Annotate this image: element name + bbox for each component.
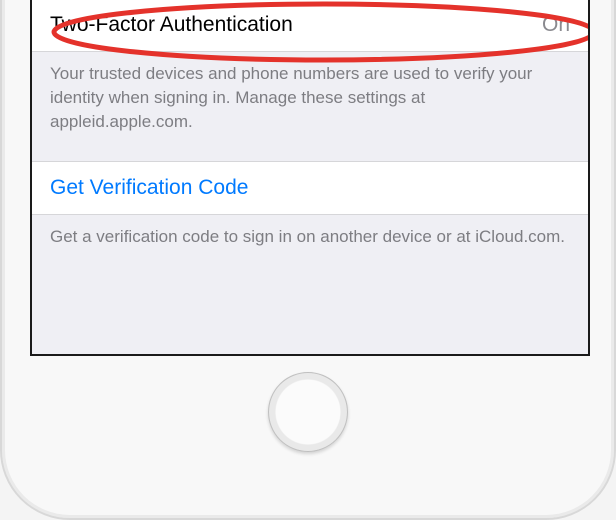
section-spacer <box>32 151 588 161</box>
get-verification-code-label: Get Verification Code <box>50 176 248 200</box>
two-factor-label: Two-Factor Authentication <box>50 13 293 37</box>
phone-chassis: Two-Factor Authentication On Your truste… <box>0 0 616 520</box>
two-factor-status-value: On <box>542 13 570 37</box>
two-factor-auth-row[interactable]: Two-Factor Authentication On <box>32 0 588 52</box>
get-verification-code-button[interactable]: Get Verification Code <box>32 161 588 215</box>
home-button[interactable] <box>268 372 348 452</box>
settings-screen: Two-Factor Authentication On Your truste… <box>30 0 590 356</box>
two-factor-footer-text: Your trusted devices and phone numbers a… <box>32 52 588 151</box>
verification-code-footer-text: Get a verification code to sign in on an… <box>32 215 588 267</box>
